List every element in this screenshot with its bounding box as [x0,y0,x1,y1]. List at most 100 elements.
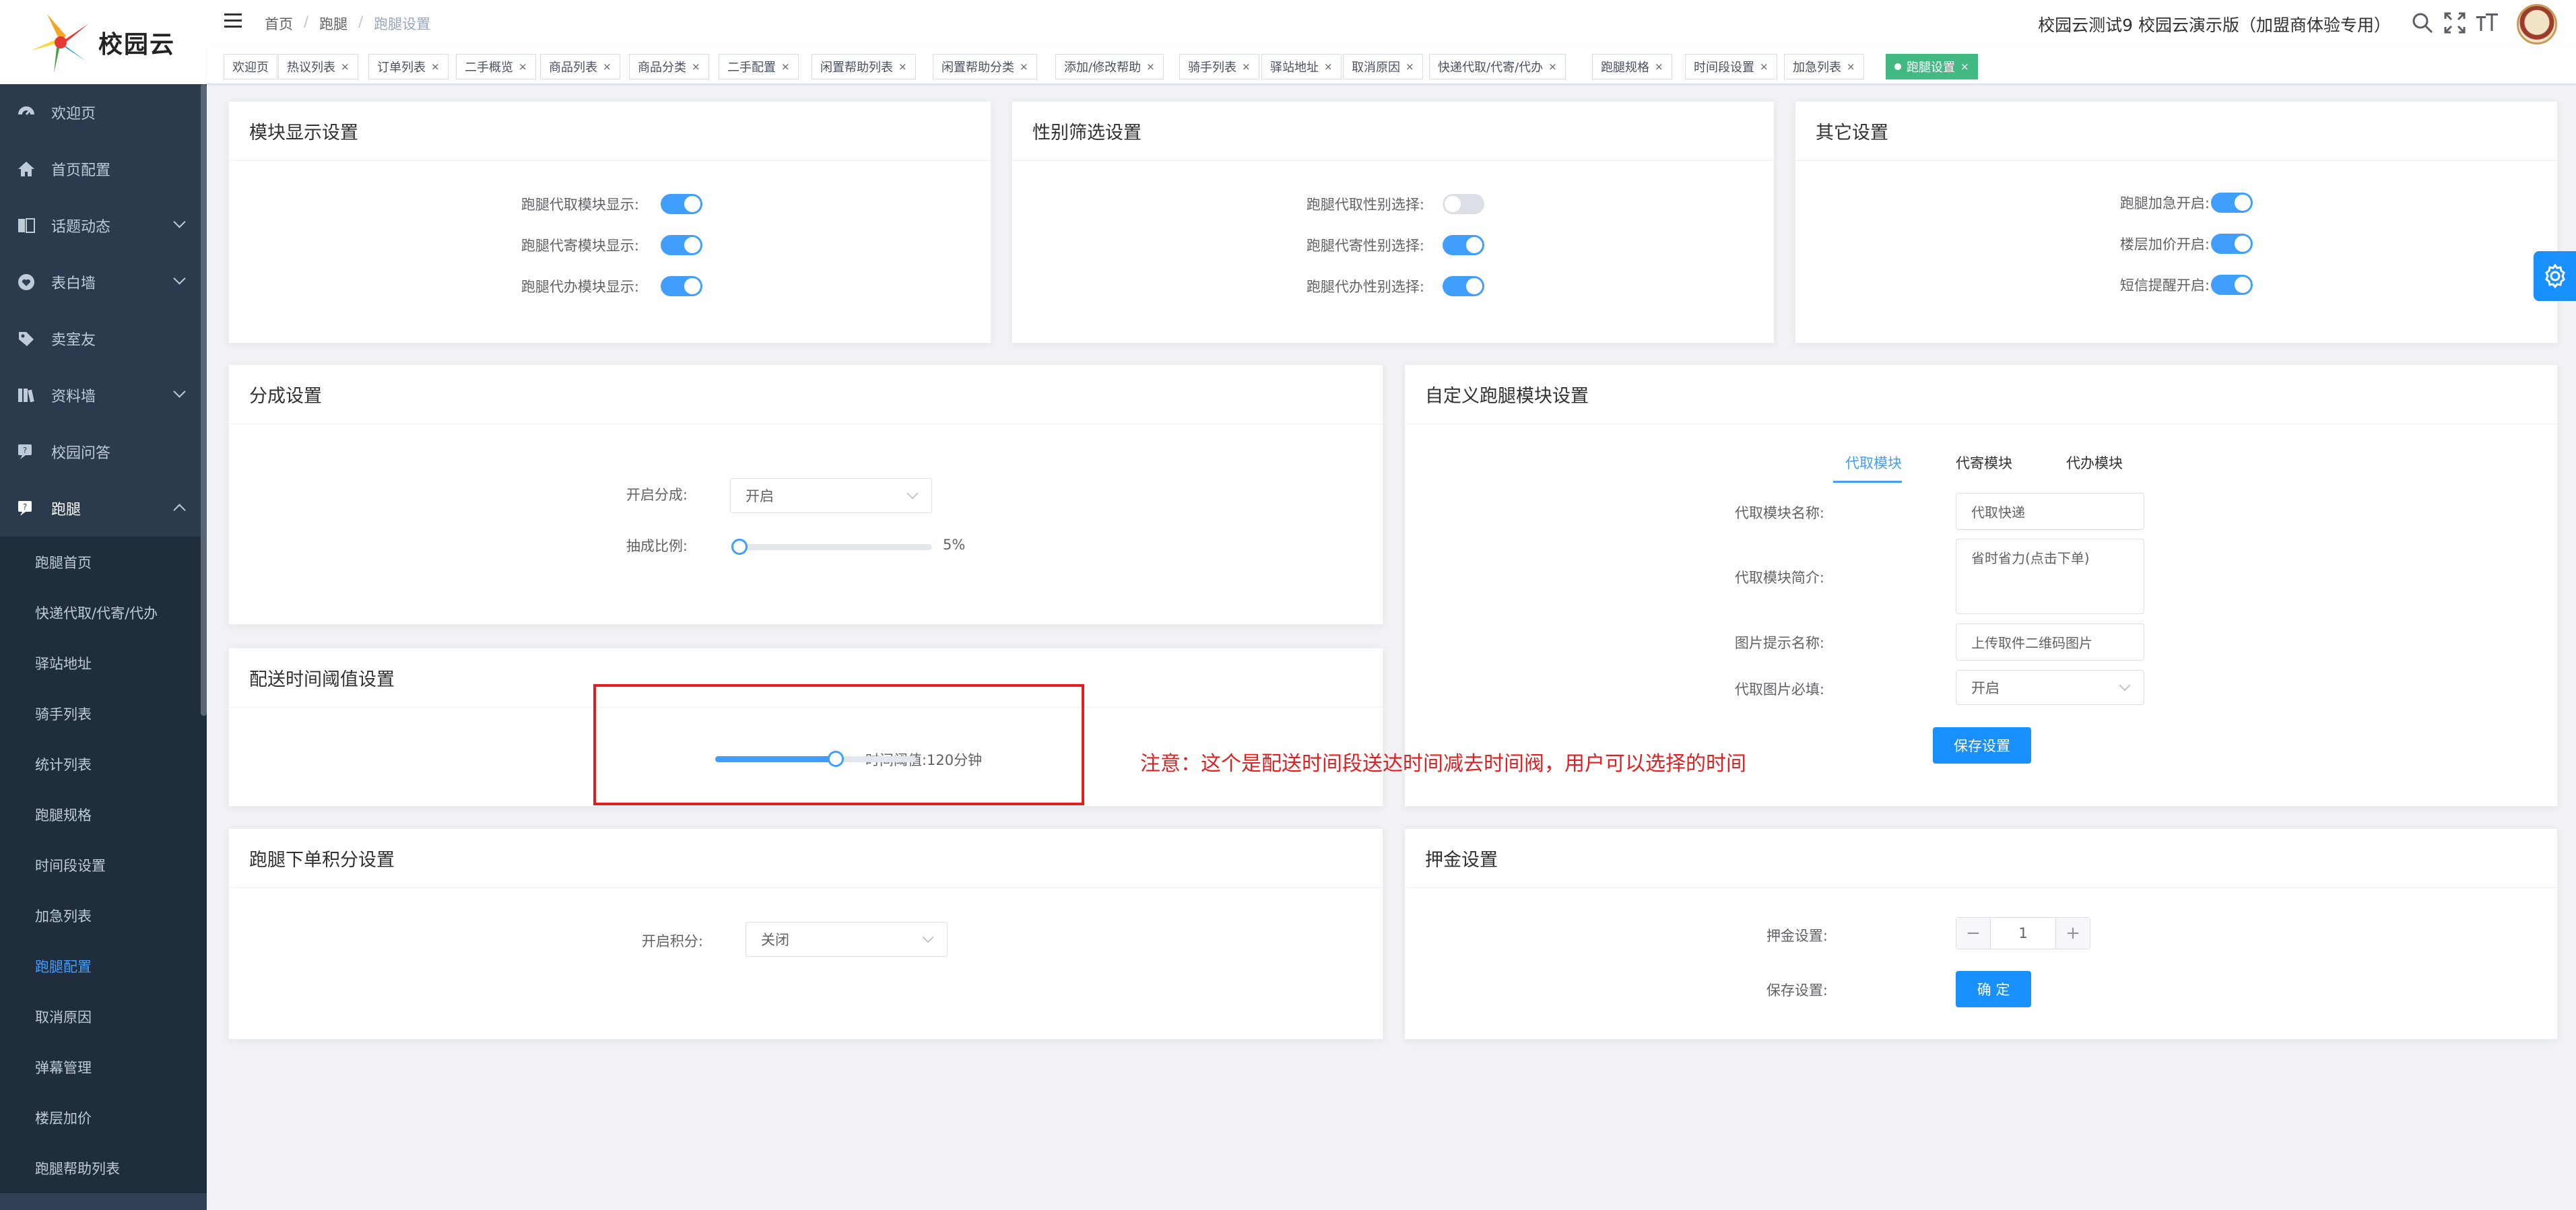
close-icon[interactable]: × [1020,61,1028,73]
close-icon[interactable]: × [1655,61,1663,73]
tag-11[interactable]: 驿站地址 × [1261,54,1342,79]
send-module-switch[interactable] [661,235,702,255]
close-icon[interactable]: × [1406,61,1414,73]
sidebar-subitem-3[interactable]: 骑手列表 [0,688,207,739]
search-icon[interactable] [2410,11,2435,35]
close-icon[interactable]: × [1548,61,1557,73]
tag-4[interactable]: 商品列表 × [540,54,620,79]
close-icon[interactable]: × [692,61,700,73]
tag-17[interactable]: 跑腿设置 × [1886,54,1978,79]
tag-6[interactable]: 二手配置 × [719,54,799,79]
close-icon[interactable]: × [431,61,440,73]
sidebar-subitem-2[interactable]: 驿站地址 [0,638,207,688]
sidebar-subitem-7[interactable]: 加急列表 [0,890,207,941]
close-icon[interactable]: × [1324,61,1333,73]
hamburger-icon[interactable] [224,13,242,31]
pickup-gender-switch[interactable] [1443,194,1484,214]
close-icon[interactable]: × [1146,61,1155,73]
sidebar-item-6[interactable]: ? 校园问答 [0,424,207,480]
close-icon[interactable]: × [1960,61,1969,73]
breadcrumb-home[interactable]: 首页 [265,13,293,34]
tag-7[interactable]: 闲置帮助列表 × [812,54,916,79]
floor-price-switch[interactable] [2211,234,2253,254]
sidebar-subitem-8[interactable]: 跑腿配置 [0,941,207,991]
tag-16[interactable]: 加急列表 × [1784,54,1864,79]
tag-5[interactable]: 商品分类 × [629,54,709,79]
tag-14[interactable]: 跑腿规格 × [1592,54,1672,79]
tag-2[interactable]: 订单列表 × [368,54,449,79]
tag-15[interactable]: 时间段设置 × [1685,54,1777,79]
tag-label: 添加/修改帮助 [1064,61,1142,75]
home-icon [15,160,38,178]
points-select[interactable]: 关闭 [746,922,948,957]
sidebar-item-errand[interactable]: ? 跑腿 [0,480,207,537]
sidebar-scrollbar[interactable] [201,84,207,716]
slider-thumb[interactable] [731,539,748,555]
tab-pickup[interactable]: 代取模块 [1833,442,1929,483]
module-name-input[interactable]: 代取快递 [1956,493,2144,530]
pickup-module-switch[interactable] [661,194,702,214]
module-intro-textarea[interactable]: 省时省力(点击下单) [1956,539,2144,614]
sidebar-subitem-12[interactable]: 跑腿帮助列表 [0,1143,207,1193]
sidebar-item-1[interactable]: 首页配置 [0,141,207,197]
sidebar-item-label: 跑腿 [51,502,81,518]
increase-button[interactable]: + [2056,918,2090,949]
sidebar-subitem-1[interactable]: 快递代取/代寄/代办 [0,587,207,638]
decrease-button[interactable]: − [1956,918,1990,949]
tags-view: 欢迎页 热议列表 × 订单列表 × 二手概览 × 商品列表 × 商品分类 × 二… [207,48,2576,84]
send-gender-switch[interactable] [1443,235,1484,255]
close-icon[interactable]: × [1242,61,1251,73]
tag-12[interactable]: 取消原因 × [1343,54,1423,79]
active-dot [1894,63,1901,70]
sidebar-item-5[interactable]: 资料墙 [0,367,207,424]
close-icon[interactable]: × [781,61,790,73]
sidebar-subitem-5[interactable]: 跑腿规格 [0,789,207,840]
close-icon[interactable]: × [603,61,612,73]
tag-9[interactable]: 添加/修改帮助 × [1055,54,1164,79]
fullscreen-icon[interactable] [2443,11,2467,35]
tab-errand[interactable]: 代办模块 [2039,442,2150,483]
settings-drawer-button[interactable] [2534,251,2576,301]
sidebar-item-3[interactable]: 表白墙 [0,254,207,310]
commission-ratio-slider[interactable] [731,539,932,555]
switch-label: 跑腿代办模块显示: [521,279,639,295]
image-hint-input[interactable]: 上传取件二维码图片 [1956,624,2144,661]
tag-0[interactable]: 欢迎页 [224,54,277,79]
sidebar-item-4[interactable]: 卖室友 [0,310,207,367]
sidebar-subitem-4[interactable]: 统计列表 [0,739,207,789]
sidebar-subitem-10[interactable]: 弹幕管理 [0,1042,207,1092]
tag-label: 驿站地址 [1270,61,1319,75]
tag-3[interactable]: 二手概览 × [456,54,536,79]
tab-send[interactable]: 代寄模块 [1929,442,2039,483]
tag-8[interactable]: 闲置帮助分类 × [933,54,1037,79]
sidebar-item-2[interactable]: 话题动态 [0,197,207,254]
tag-1[interactable]: 热议列表 × [278,54,358,79]
tag-13[interactable]: 快递代取/代寄/代办 × [1429,54,1566,79]
tag-10[interactable]: 骑手列表 × [1179,54,1259,79]
font-size-icon[interactable] [2475,11,2499,35]
close-icon[interactable]: × [341,61,350,73]
errand-module-switch[interactable] [661,276,702,296]
close-icon[interactable]: × [519,61,527,73]
other-settings-card: 其它设置 跑腿加急开启: 楼层加价开启: 短信提醒开启: [1795,101,2558,343]
urgent-switch[interactable] [2211,193,2253,213]
logo[interactable]: 校园云 [0,0,207,84]
deposit-stepper[interactable]: − 1 + [1956,917,2090,949]
sidebar-item-0[interactable]: 欢迎页 [0,84,207,141]
sidebar-subitem-9[interactable]: 取消原因 [0,991,207,1042]
commission-enable-select[interactable]: 开启 [730,478,932,513]
errand-gender-switch[interactable] [1443,276,1484,296]
close-icon[interactable]: × [898,61,907,73]
sidebar-subitem-0[interactable]: 跑腿首页 [0,537,207,587]
close-icon[interactable]: × [1760,61,1769,73]
avatar[interactable] [2517,4,2557,44]
confirm-button[interactable]: 确 定 [1956,971,2031,1007]
deposit-value[interactable]: 1 [1990,918,2056,949]
sms-switch[interactable] [2211,275,2253,295]
sidebar-subitem-6[interactable]: 时间段设置 [0,840,207,890]
sidebar-subitem-11[interactable]: 楼层加价 [0,1092,207,1143]
close-icon[interactable]: × [1847,61,1855,73]
save-module-button[interactable]: 保存设置 [1933,727,2031,764]
image-required-select[interactable]: 开启 [1956,670,2144,705]
breadcrumb-errand[interactable]: 跑腿 [319,13,348,34]
